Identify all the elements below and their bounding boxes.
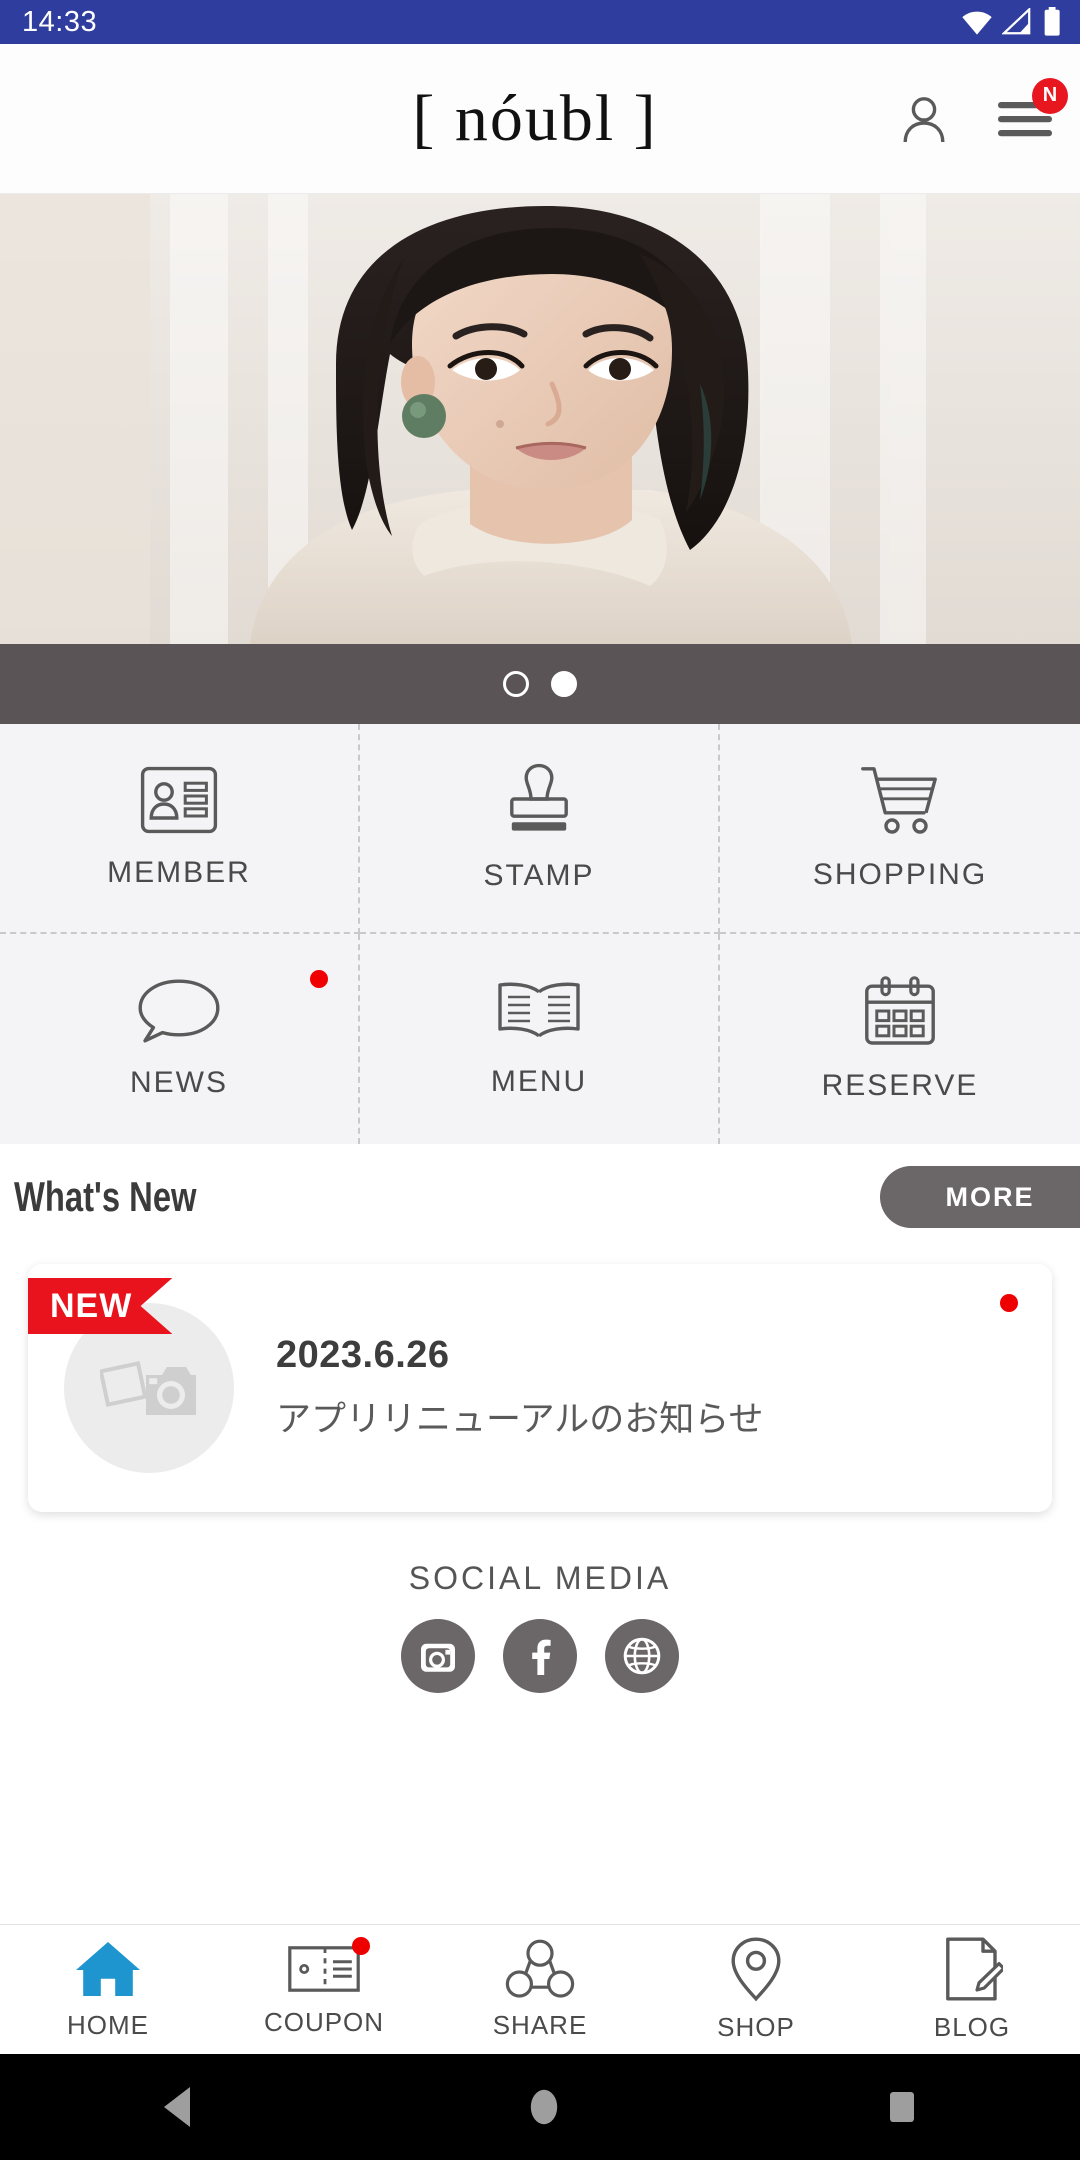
app-header: [ nóubl ] N	[0, 44, 1080, 194]
person-icon	[903, 96, 945, 142]
hero-carousel[interactable]	[0, 194, 1080, 644]
menu-button[interactable]: N	[996, 77, 1068, 142]
grid-item-label: SHOPPING	[812, 858, 988, 891]
back-triangle-icon[interactable]	[156, 2081, 208, 2133]
facebook-link[interactable]	[503, 1619, 577, 1693]
whats-new-title: What's New	[14, 1173, 197, 1220]
nav-item-share[interactable]: SHARE	[432, 1925, 648, 2054]
nav-item-label: HOME	[67, 2010, 149, 2040]
grid-item-shopping[interactable]: SHOPPING	[720, 724, 1080, 934]
wifi-icon	[962, 11, 992, 35]
app-root: 14:33 [ nóubl ] N MEMBER STAMP SHOPPING …	[0, 0, 1080, 2160]
grid-item-menu[interactable]: MENU	[360, 934, 720, 1144]
grid-item-label: STAMP	[483, 859, 595, 892]
id-card-icon	[140, 766, 218, 834]
whats-new-more-button[interactable]: MORE	[880, 1166, 1080, 1228]
whats-new-header: What's New MORE	[0, 1144, 1080, 1250]
rubber-stamp-icon	[510, 763, 568, 831]
shopping-cart-icon	[861, 767, 937, 834]
home-circle-icon[interactable]	[521, 2081, 567, 2133]
cellular-signal-icon	[1002, 8, 1031, 35]
nav-item-shop[interactable]: SHOP	[648, 1925, 864, 2054]
nav-item-label: SHARE	[492, 2010, 588, 2040]
grid-item-member[interactable]: MEMBER	[0, 724, 360, 934]
battery-icon	[1044, 7, 1060, 36]
social-media-section: SOCIAL MEDIA	[0, 1560, 1080, 1693]
recents-square-icon[interactable]	[880, 2082, 924, 2132]
nav-item-label: SHOP	[717, 2012, 795, 2042]
news-date: 2023.6.26	[276, 1334, 450, 1376]
open-book-icon	[498, 982, 580, 1038]
quick-menu-grid: MEMBER STAMP SHOPPING NEWS MENU RESERVE	[0, 724, 1080, 1144]
grid-item-label: NEWS	[130, 1066, 228, 1099]
coupon-unread-dot	[352, 1937, 370, 1955]
instagram-icon	[421, 1643, 455, 1672]
facebook-icon	[532, 1639, 551, 1675]
social-media-title: SOCIAL MEDIA	[408, 1560, 672, 1596]
status-time: 14:33	[22, 5, 98, 38]
grid-item-label: MEMBER	[107, 856, 251, 889]
nav-item-home[interactable]: HOME	[0, 1925, 216, 2054]
map-pin-icon	[731, 1937, 781, 2002]
news-card[interactable]: NEW 2023.6.26 アプリリニューアルのお知らせ	[28, 1264, 1052, 1512]
news-unread-dot	[310, 970, 328, 988]
website-link[interactable]	[605, 1619, 679, 1693]
calendar-icon	[865, 976, 935, 1045]
status-bar: 14:33	[0, 0, 1080, 44]
photo-placeholder-icon	[100, 1361, 196, 1415]
android-navigation-bar	[0, 2054, 1080, 2160]
carousel-dot-2[interactable]	[551, 671, 577, 697]
share-nodes-icon	[505, 1939, 575, 1998]
hero-image	[0, 194, 1080, 644]
speech-bubble-icon	[138, 979, 220, 1043]
grid-item-reserve[interactable]: RESERVE	[720, 934, 1080, 1144]
status-icons	[960, 7, 1062, 37]
bottom-navigation: HOME COUPON SHARE SHOP BLOG	[0, 1924, 1080, 2054]
header-actions: N	[896, 77, 1068, 147]
coupon-icon	[288, 1946, 360, 1992]
instagram-link[interactable]	[401, 1619, 475, 1693]
menu-new-badge: N	[1032, 77, 1068, 114]
carousel-indicators[interactable]	[0, 644, 1080, 724]
document-pen-icon	[946, 1937, 1003, 2001]
news-title: アプリリニューアルのお知らせ	[276, 1400, 764, 1439]
news-card-unread-dot	[1000, 1294, 1018, 1312]
social-links	[401, 1619, 679, 1693]
grid-item-label: MENU	[490, 1065, 588, 1098]
news-body: 2023.6.26 アプリリニューアルのお知らせ	[276, 1334, 764, 1442]
nav-item-coupon[interactable]: COUPON	[216, 1925, 432, 2054]
nav-item-label: BLOG	[933, 2012, 1011, 2042]
grid-item-news[interactable]: NEWS	[0, 934, 360, 1144]
home-icon	[76, 1942, 140, 1996]
grid-item-label: RESERVE	[821, 1069, 979, 1102]
account-button[interactable]	[896, 91, 952, 147]
grid-item-stamp[interactable]: STAMP	[360, 724, 720, 934]
nav-item-blog[interactable]: BLOG	[864, 1925, 1080, 2054]
brand-logo[interactable]: [ nóubl ]	[412, 85, 657, 152]
carousel-dot-1[interactable]	[503, 671, 529, 697]
website-globe-icon	[623, 1637, 661, 1675]
nav-item-label: COUPON	[263, 2007, 385, 2037]
